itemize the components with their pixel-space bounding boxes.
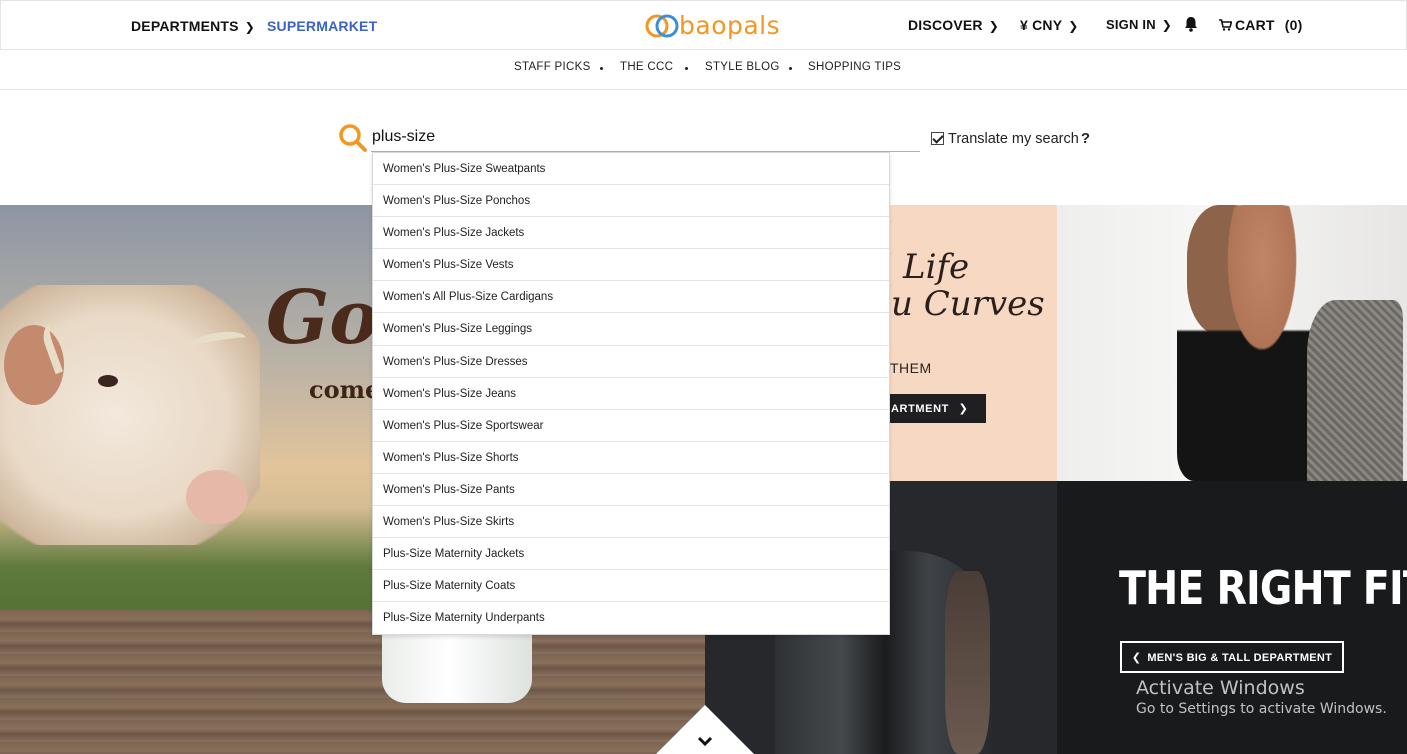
suggestion-item[interactable]: Women's Plus-Size Leggings <box>373 313 889 346</box>
departments-menu[interactable]: DEPARTMENTS ❯ <box>131 18 255 34</box>
cow-promo-subtitle: come <box>309 375 381 404</box>
suggestion-item[interactable]: Women's Plus-Size Jackets <box>373 217 889 250</box>
suggestion-item[interactable]: Plus-Size Maternity Underpants <box>373 602 889 634</box>
search-suggestions-dropdown: Women's Plus-Size Sweatpants Women's Plu… <box>372 152 890 636</box>
translate-label: Translate my search <box>948 130 1079 147</box>
big-tall-department-label: MEN'S BIG & TALL DEPARTMENT <box>1147 652 1333 664</box>
suggestion-item[interactable]: Women's Plus-Size Dresses <box>373 346 889 378</box>
logo-mark-icon <box>645 14 679 38</box>
curves-title-line2: u Curves <box>891 284 1045 325</box>
discover-menu[interactable]: DISCOVER ❯ <box>908 17 999 33</box>
chevron-right-icon: ❯ <box>1161 18 1173 32</box>
suggestion-item[interactable]: Women's Plus-Size Skirts <box>373 506 889 539</box>
man-arm-shape <box>945 571 990 754</box>
currency-menu[interactable]: ¥ CNY ❯ <box>1020 17 1079 33</box>
signin-label: SIGN IN <box>1106 17 1156 32</box>
suggestion-item[interactable]: Women's Plus-Size Pants <box>373 474 889 507</box>
cart-label: CART <box>1235 17 1275 33</box>
top-header: DEPARTMENTS ❯ SUPERMARKET baopals DISCOVE… <box>0 0 1407 50</box>
suggestion-item[interactable]: Women's Plus-Size Shorts <box>373 442 889 474</box>
signin-menu[interactable]: SIGN IN ❯ <box>1106 17 1172 32</box>
cart-button[interactable]: CART (0) <box>1219 17 1303 33</box>
plus-size-department-label: ARTMENT <box>891 403 949 415</box>
suggestion-item[interactable]: Women's Plus-Size Sweatpants <box>373 153 889 186</box>
right-fit-title: THE RIGHT FIT <box>1119 561 1407 615</box>
curves-promo-title: Life u Curves <box>891 247 1045 325</box>
subnav-staff-picks[interactable]: STAFF PICKS <box>514 61 591 73</box>
search-input[interactable] <box>371 122 920 152</box>
subnav-divider <box>600 67 603 70</box>
windows-activation-watermark: Activate Windows Go to Settings to activ… <box>1136 677 1387 717</box>
translate-search-toggle[interactable]: Translate my search ? <box>931 130 1090 147</box>
subnav-shopping-tips[interactable]: SHOPPING TIPS <box>808 61 901 73</box>
notifications-button[interactable] <box>1184 16 1198 35</box>
model-wrap-shape <box>1307 300 1403 481</box>
chevron-right-icon: ❯ <box>958 403 969 415</box>
curves-promo-subtitle: THEM <box>890 360 932 376</box>
suggestion-item[interactable]: Women's Plus-Size Ponchos <box>373 185 889 218</box>
suggestion-item[interactable]: Plus-Size Maternity Jackets <box>373 538 889 571</box>
suggestion-item[interactable]: Women's Plus-Size Vests <box>373 249 889 282</box>
departments-label: DEPARTMENTS <box>131 18 239 34</box>
plus-size-model-image[interactable] <box>1057 205 1407 481</box>
baopals-logo[interactable]: baopals <box>645 9 780 41</box>
scroll-down-button[interactable] <box>655 705 755 754</box>
search-icon[interactable] <box>338 123 368 153</box>
watermark-title: Activate Windows <box>1136 677 1305 699</box>
suggestion-item[interactable]: Women's Plus-Size Jeans <box>373 378 889 410</box>
suggestion-item[interactable]: Women's Plus-Size Sportswear <box>373 410 889 442</box>
chevron-right-icon: ❯ <box>1068 19 1079 33</box>
watermark-subtitle: Go to Settings to activate Windows. <box>1136 701 1387 717</box>
cart-count: (0) <box>1284 17 1303 33</box>
translate-checkbox[interactable] <box>931 132 944 145</box>
chevron-left-icon: ❮ <box>1131 652 1142 664</box>
subnav-style-blog[interactable]: STYLE BLOG <box>705 61 780 73</box>
subnav-divider <box>789 67 792 70</box>
chevron-right-icon: ❯ <box>988 19 999 33</box>
translate-help-icon[interactable]: ? <box>1081 130 1090 147</box>
bell-icon <box>1185 17 1197 32</box>
big-tall-department-button[interactable]: ❮ MEN'S BIG & TALL DEPARTMENT <box>1120 641 1344 673</box>
subnav-divider <box>685 67 688 70</box>
supermarket-link[interactable]: SUPERMARKET <box>267 18 377 34</box>
chevron-right-icon: ❯ <box>244 20 255 34</box>
suggestion-item[interactable]: Plus-Size Maternity Coats <box>373 570 889 603</box>
curves-title-line1: Life <box>903 247 970 287</box>
discover-label: DISCOVER <box>908 17 983 33</box>
cow-nose-shape <box>186 470 248 524</box>
currency-label: ¥ CNY <box>1020 17 1063 33</box>
sub-navigation: STAFF PICKS THE CCC STYLE BLOG SHOPPING … <box>0 50 1407 90</box>
cow-eye-shape <box>98 375 118 387</box>
logo-text: baopals <box>679 11 781 40</box>
subnav-the-ccc[interactable]: THE CCC <box>620 61 673 73</box>
plus-size-department-button[interactable]: ARTMENT ❯ <box>885 394 986 423</box>
suggestion-item[interactable]: Women's All Plus-Size Cardigans <box>373 281 889 314</box>
cart-icon <box>1219 19 1233 31</box>
